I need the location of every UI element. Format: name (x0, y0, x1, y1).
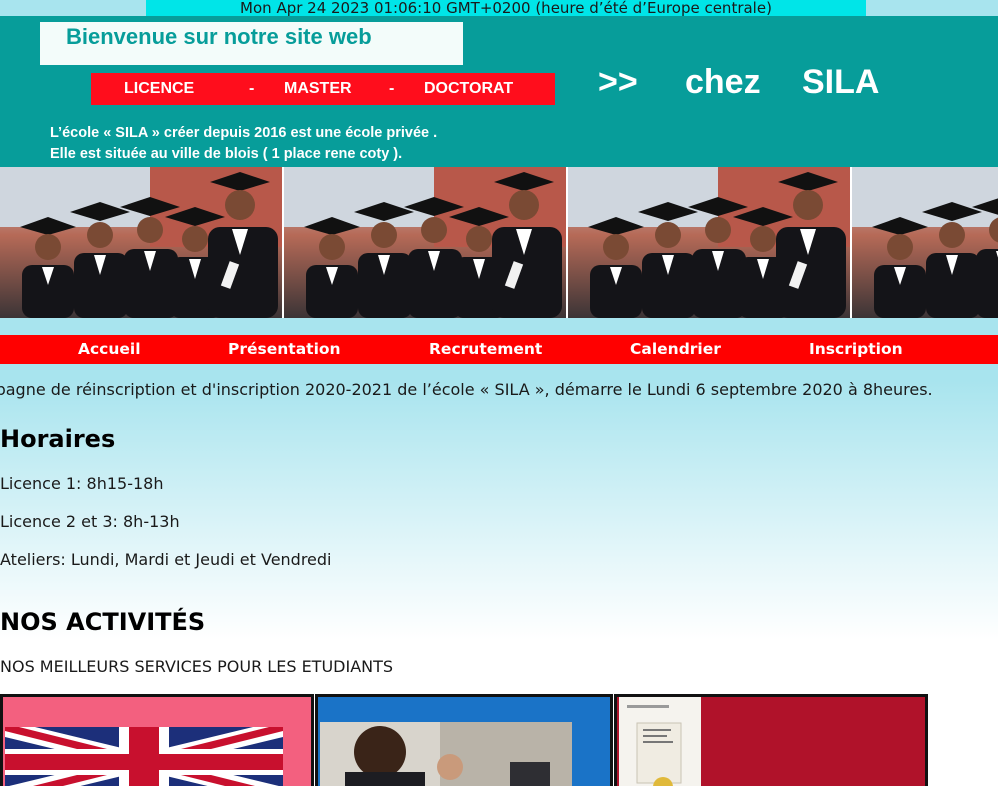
intro-line: Elle est située au ville de blois ( 1 pl… (50, 146, 403, 162)
header: Bienvenue sur notre site web LICENCE - M… (0, 16, 998, 167)
school-name: SILA (802, 63, 880, 101)
nav-item-calendrier[interactable]: Calendrier (630, 335, 721, 364)
intro-line: L’école « SILA » créer depuis 2016 est u… (50, 125, 438, 141)
activity-card-communication[interactable] (614, 694, 928, 786)
arrows-text: >> (598, 63, 638, 101)
degree-master: MASTER (284, 80, 352, 97)
nav-item-accueil[interactable]: Accueil (78, 335, 141, 364)
chez-text: chez (685, 63, 761, 101)
intro-text: L’école « SILA » créer depuis 2016 est u… (50, 123, 437, 165)
activity-card-english[interactable] (0, 694, 314, 786)
degree-doctorat: DOCTORAT (424, 80, 514, 97)
graduates-photo (284, 167, 568, 318)
degree-separator: - (389, 80, 395, 97)
graduates-photo (568, 167, 852, 318)
graduates-photo (0, 167, 284, 318)
horaire-line: Licence 2 et 3: 8h-13h (0, 512, 180, 531)
nav-item-recrutement[interactable]: Recrutement (429, 335, 542, 364)
degree-licence: LICENCE (124, 80, 195, 97)
main-nav: Accueil Présentation Recrutement Calendr… (0, 335, 998, 364)
horaire-line: Licence 1: 8h15-18h (0, 474, 164, 493)
welcome-title: Bienvenue sur notre site web (40, 22, 463, 65)
clock-bar: Mon Apr 24 2023 01:06:10 GMT+0200 (heure… (146, 0, 866, 16)
activites-heading: NOS ACTIVITÉS (0, 608, 206, 636)
degree-separator: - (249, 80, 255, 97)
degrees-banner: LICENCE - MASTER - DOCTORAT (91, 73, 555, 105)
nav-item-presentation[interactable]: Présentation (228, 335, 341, 364)
horaires-heading: Horaires (0, 425, 116, 453)
uk-flag-image (5, 727, 283, 786)
activites-subtitle: NOS MEILLEURS SERVICES POUR LES ETUDIANT… (0, 657, 394, 676)
activity-card-computers[interactable] (315, 694, 613, 786)
nav-item-inscription[interactable]: Inscription (809, 335, 903, 364)
graduates-photo (852, 167, 998, 318)
clock-text: Mon Apr 24 2023 01:06:10 GMT+0200 (heure… (240, 0, 772, 16)
graduates-banner (0, 167, 998, 318)
horaire-line: Ateliers: Lundi, Mardi et Jeudi et Vendr… (0, 550, 332, 569)
news-ticker: mpagne de réinscription et d'inscription… (0, 380, 933, 399)
students-computers-image (320, 722, 572, 786)
book-cover-image (619, 697, 701, 786)
